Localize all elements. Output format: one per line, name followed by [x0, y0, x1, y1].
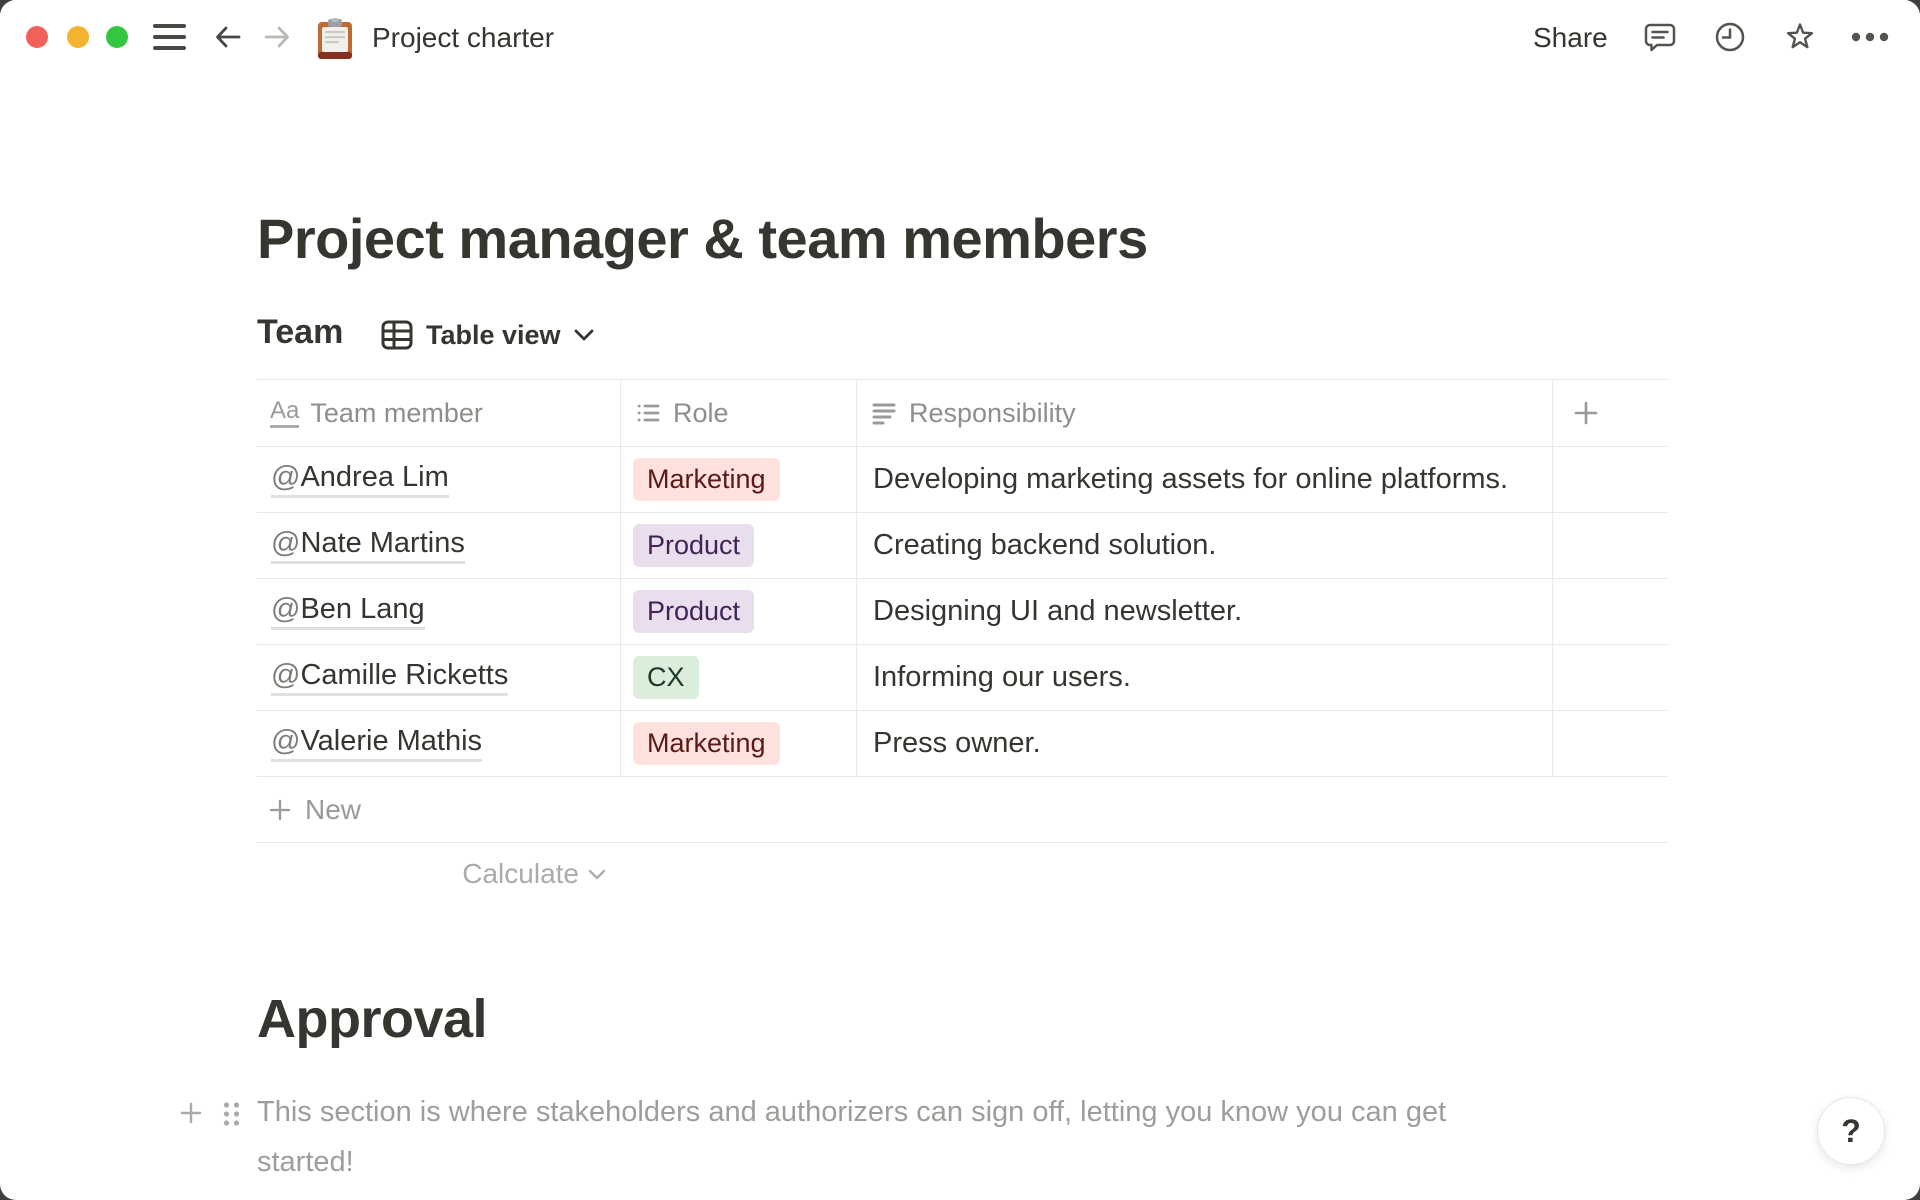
new-row-button[interactable]: New	[257, 777, 1668, 843]
window-minimize-button[interactable]	[67, 26, 89, 48]
drag-handle-icon[interactable]	[221, 1100, 242, 1128]
page-title: Project manager & team members	[257, 207, 1148, 270]
chevron-down-icon	[574, 329, 593, 341]
responsibility-cell[interactable]: Designing UI and newsletter.	[857, 579, 1553, 644]
responsibility-cell[interactable]: Press owner.	[857, 711, 1553, 776]
forward-arrow-icon[interactable]	[261, 21, 293, 53]
plus-icon	[269, 799, 291, 820]
more-options-icon[interactable]	[1851, 28, 1889, 46]
window-close-button[interactable]	[26, 26, 48, 48]
person-mention[interactable]: @Camille Ricketts	[271, 659, 509, 696]
topbar: Project charter Share	[0, 0, 1920, 76]
back-arrow-icon[interactable]	[212, 21, 244, 53]
table-row: @Ben Lang Product Designing UI and newsl…	[257, 579, 1668, 645]
person-mention[interactable]: @Nate Martins	[271, 527, 465, 564]
team-member-cell[interactable]: @Andrea Lim	[257, 447, 621, 512]
role-cell[interactable]: Marketing	[621, 447, 857, 512]
role-cell[interactable]: CX	[621, 645, 857, 710]
paragraph-line: started!	[257, 1146, 354, 1178]
plus-icon	[1574, 401, 1598, 425]
table-view-tab[interactable]: Table view	[380, 318, 595, 352]
role-cell[interactable]: Product	[621, 513, 857, 578]
role-cell[interactable]: Product	[621, 579, 857, 644]
document-title[interactable]: Project charter	[372, 22, 554, 54]
team-member-cell[interactable]: @Camille Ricketts	[257, 645, 621, 710]
team-member-cell[interactable]: @Nate Martins	[257, 513, 621, 578]
text-property-icon	[872, 403, 896, 425]
person-mention[interactable]: @Ben Lang	[271, 593, 425, 630]
table-view-icon	[381, 320, 413, 350]
paragraph-line: This section is where stakeholders and a…	[257, 1096, 1447, 1128]
empty-cell[interactable]	[1553, 447, 1668, 512]
sidebar-toggle-icon[interactable]	[153, 24, 186, 52]
window-zoom-button[interactable]	[106, 26, 128, 48]
team-member-cell[interactable]: @Ben Lang	[257, 579, 621, 644]
role-tag[interactable]: CX	[633, 656, 699, 699]
approval-paragraph[interactable]: This section is where stakeholders and a…	[257, 1087, 1637, 1187]
calculate-button[interactable]: Calculate	[257, 843, 621, 905]
column-header-responsibility[interactable]: Responsibility	[857, 380, 1553, 446]
favorite-star-icon[interactable]	[1783, 20, 1817, 54]
table-row: @Andrea Lim Marketing Developing marketi…	[257, 447, 1668, 513]
share-button[interactable]: Share	[1533, 22, 1608, 54]
comments-icon[interactable]	[1643, 20, 1677, 54]
team-member-cell[interactable]: @Valerie Mathis	[257, 711, 621, 776]
role-tag[interactable]: Product	[633, 590, 755, 633]
responsibility-cell[interactable]: Developing marketing assets for online p…	[857, 447, 1553, 512]
notion-window: Project charter Share Project manager & …	[0, 0, 1920, 1200]
role-tag[interactable]: Marketing	[633, 458, 780, 501]
updates-clock-icon[interactable]	[1713, 20, 1747, 54]
role-tag[interactable]: Marketing	[633, 722, 780, 765]
column-header-role[interactable]: Role	[621, 380, 857, 446]
empty-cell[interactable]	[1553, 513, 1668, 578]
table-row: @Camille Ricketts CX Informing our users…	[257, 645, 1668, 711]
select-property-icon	[637, 404, 660, 422]
add-block-plus-icon[interactable]	[179, 1101, 203, 1125]
role-tag[interactable]: Product	[633, 524, 755, 567]
empty-cell[interactable]	[1553, 645, 1668, 710]
title-property-icon: Aa	[270, 398, 300, 428]
team-section-heading: Team	[257, 313, 344, 351]
help-button[interactable]: ?	[1817, 1097, 1885, 1165]
table-row: @Valerie Mathis Marketing Press owner.	[257, 711, 1668, 777]
table-header-row: Aa Team member Role Responsibility	[257, 380, 1668, 447]
table-view-label: Table view	[426, 319, 561, 350]
person-mention[interactable]: @Valerie Mathis	[271, 725, 483, 762]
empty-cell[interactable]	[1553, 579, 1668, 644]
add-column-button[interactable]	[1553, 380, 1668, 446]
person-mention[interactable]: @Andrea Lim	[271, 461, 449, 498]
approval-section-heading: Approval	[257, 989, 488, 1049]
responsibility-cell[interactable]: Creating backend solution.	[857, 513, 1553, 578]
chevron-down-icon	[588, 869, 606, 879]
team-table: Aa Team member Role Responsibility @Andr…	[257, 379, 1668, 905]
column-header-team-member[interactable]: Aa Team member	[257, 380, 621, 446]
role-cell[interactable]: Marketing	[621, 711, 857, 776]
responsibility-cell[interactable]: Informing our users.	[857, 645, 1553, 710]
clipboard-icon	[318, 18, 352, 59]
table-row: @Nate Martins Product Creating backend s…	[257, 513, 1668, 579]
empty-cell[interactable]	[1553, 711, 1668, 776]
